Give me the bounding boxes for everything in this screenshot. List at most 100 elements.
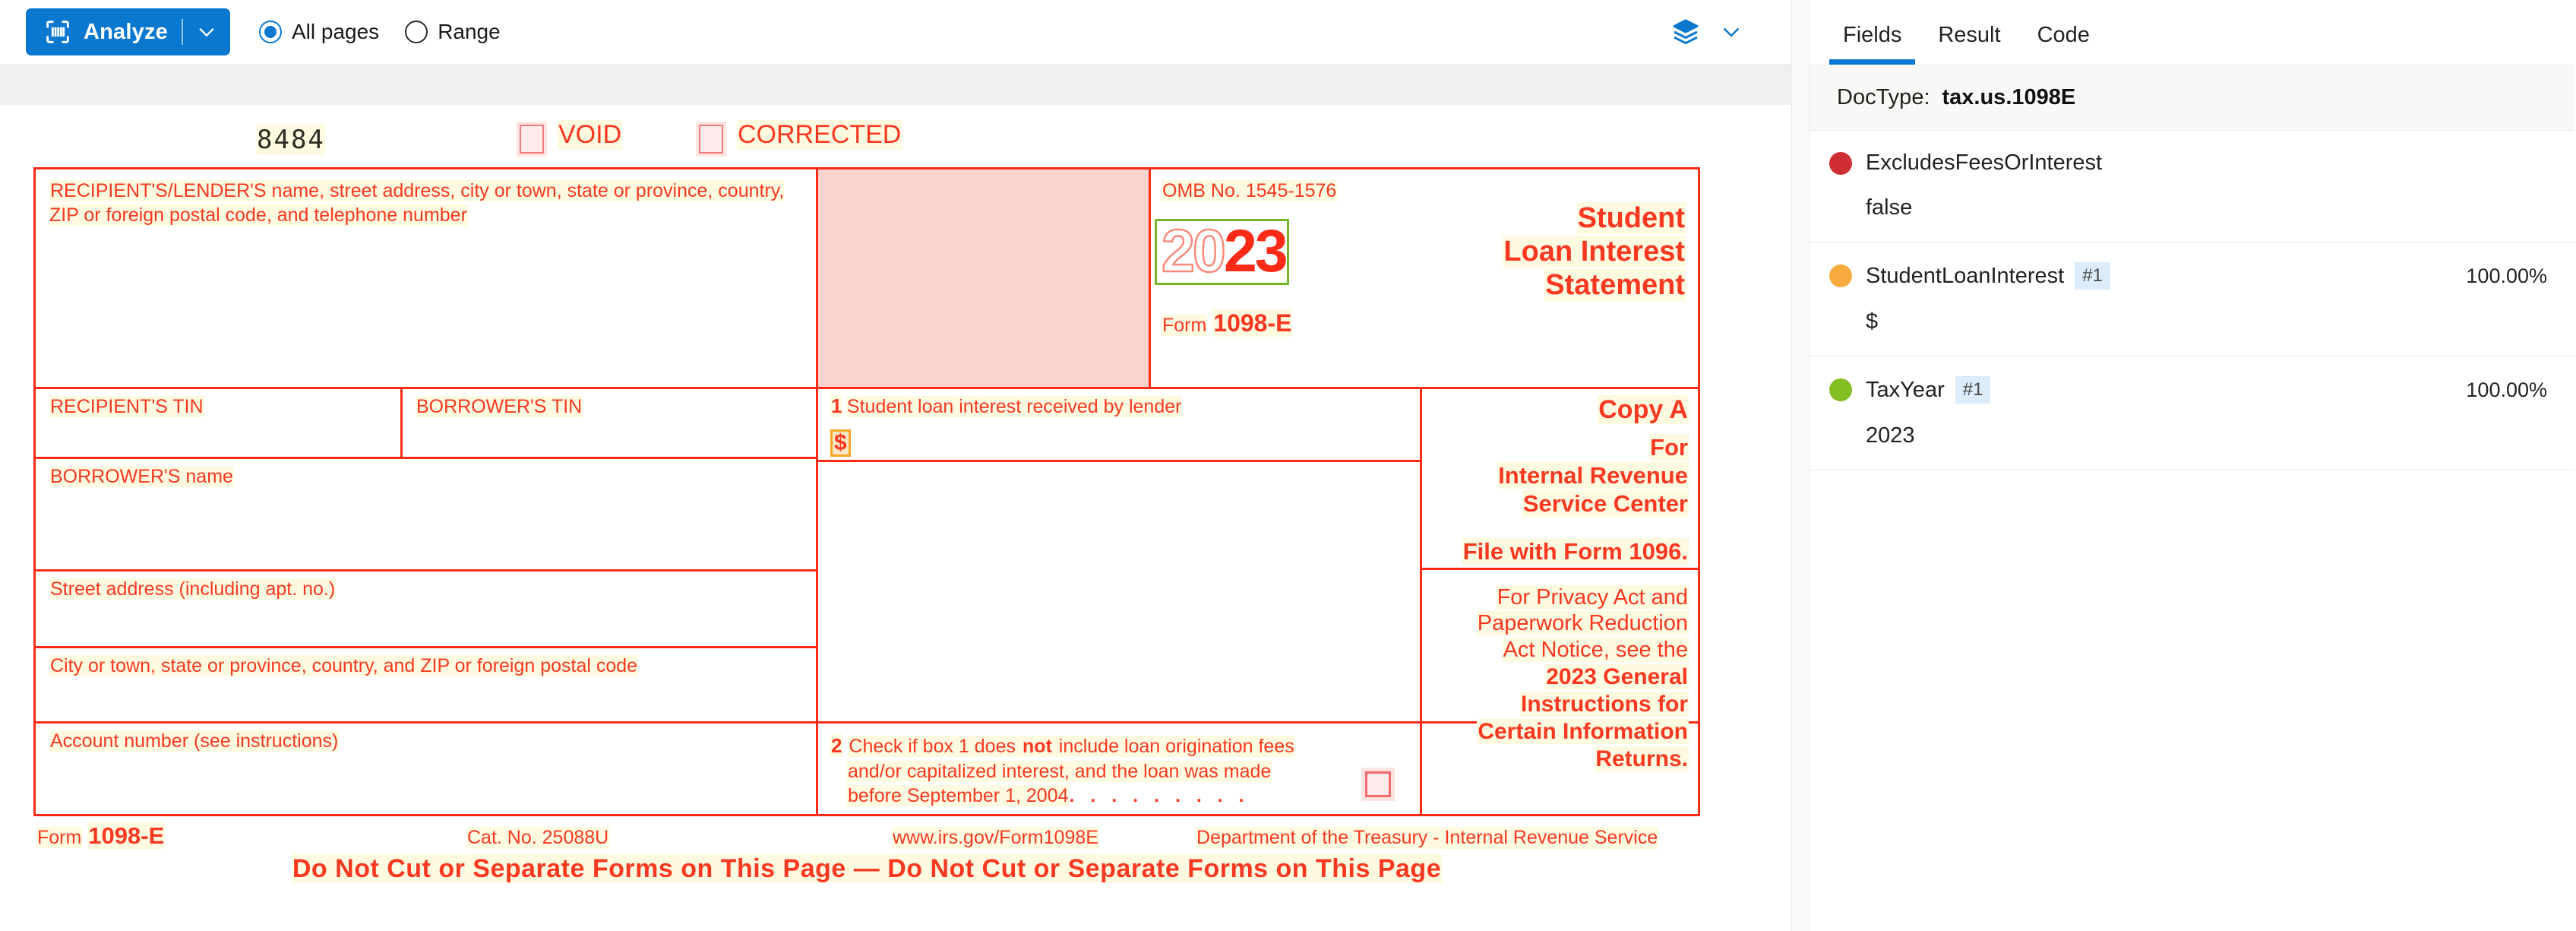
results-panel: Fields Result Code DocType: tax.us.1098E…	[1810, 0, 2574, 931]
do-not-cut-notice: Do Not Cut or Separate Forms on This Pag…	[291, 854, 1443, 883]
corrected-label: CORRECTED	[737, 120, 902, 150]
grid-hline-1	[36, 387, 1698, 389]
tab-fields-label: Fields	[1843, 23, 1902, 47]
form-title-line2: Loan Interest	[1503, 236, 1686, 268]
tab-result-label: Result	[1938, 23, 2001, 47]
analyze-dropdown-chevron-down-icon[interactable]	[183, 8, 230, 55]
tab-result[interactable]: Result	[1920, 23, 2018, 65]
account-number-cell: Account number (see instructions)	[49, 729, 340, 753]
radio-all-pages-label: All pages	[292, 20, 380, 43]
privacy-line5: Instructions for	[1519, 691, 1689, 717]
analyze-button-label: Analyze	[84, 19, 168, 44]
field-list: ExcludesFeesOrInterest false StudentLoan…	[1810, 131, 2574, 931]
box1-cell: 1 Student loan interest received by lend…	[830, 394, 1408, 457]
radio-all-pages[interactable]: All pages	[259, 20, 379, 44]
box1-currency-symbol: $	[830, 429, 851, 457]
box2-line2: and/or capitalized interest, and the loa…	[847, 760, 1272, 782]
field-row[interactable]: ExcludesFeesOrInterest false	[1810, 131, 2574, 242]
field-confidence: 100.00%	[2466, 378, 2547, 401]
copy-a-column: Copy A For Internal Revenue Service Cent…	[1433, 394, 1689, 773]
box1-number: 1	[830, 394, 843, 417]
footer-department: Department of the Treasury - Internal Re…	[1196, 827, 1659, 849]
omb-number-label: OMB No. 1545-1576	[1162, 180, 1338, 201]
grid-hline-4	[36, 646, 816, 648]
footer-url: www.irs.gov/Form1098E	[892, 827, 1099, 849]
layers-chevron-down-icon[interactable]	[1714, 14, 1749, 49]
footer-catalog-number: Cat. No. 25088U	[466, 827, 610, 849]
grid-vline-2	[1149, 169, 1151, 387]
panel-resize-divider[interactable]	[1791, 0, 1810, 931]
tax-year-suffix: 23	[1223, 217, 1288, 284]
field-status-dot	[1829, 151, 1852, 175]
box2-line1-c: include loan origination fees	[1052, 736, 1295, 757]
privacy-line7: Returns.	[1595, 746, 1689, 771]
copy-irs-line1: Internal Revenue	[1497, 461, 1689, 489]
form-footer: Form 1098-E Cat. No. 25088U www.irs.gov/…	[33, 821, 1700, 900]
account-number-label: Account number (see instructions)	[49, 730, 340, 752]
grid-vline-5	[400, 387, 403, 457]
box2-cell: 2 Check if box 1 does not include loan o…	[830, 733, 1408, 809]
copy-irs-line2: Service Center	[1522, 490, 1689, 518]
void-checkbox[interactable]	[520, 125, 544, 154]
radio-range-indicator	[405, 21, 428, 43]
grid-hline-6	[816, 460, 1420, 462]
recipient-lender-label: RECIPIENT'S/LENDER'S name, street addres…	[49, 180, 785, 226]
footer-form-word: Form	[36, 827, 83, 848]
corrected-checkbox[interactable]	[699, 125, 723, 154]
city-state-zip-cell: City or town, state or province, country…	[49, 654, 639, 678]
tax-year-display: 2023	[1155, 219, 1289, 285]
copy-a-heading: Copy A	[1598, 395, 1689, 424]
app-root: Analyze All pages Range 8484 VOID CORREC…	[0, 0, 2576, 931]
tax-year-prefix: 20	[1161, 217, 1227, 284]
street-address-label: Street address (including apt. no.)	[49, 578, 337, 600]
document-viewer: Analyze All pages Range 8484 VOID CORREC…	[0, 0, 1791, 931]
doctype-key: DocType:	[1837, 85, 1930, 109]
form-id-label: 1098-E	[1212, 309, 1293, 337]
box2-dot-leader: . . . . . . . . .	[1069, 785, 1250, 807]
radio-range-label: Range	[438, 20, 501, 43]
field-status-dot	[1829, 378, 1852, 401]
void-label: VOID	[558, 120, 623, 150]
recipient-tin-label: RECIPIENT'S TIN	[49, 396, 204, 417]
toolbar-right-actions	[1665, 11, 1765, 52]
toolbar-separator-strip	[0, 64, 1791, 105]
borrower-name-cell: BORROWER'S name	[49, 464, 234, 489]
field-name: ExcludesFeesOrInterest	[1866, 150, 2103, 175]
form-word-label: Form	[1162, 315, 1208, 336]
tab-fields[interactable]: Fields	[1825, 23, 1920, 65]
field-row[interactable]: StudentLoanInterest #1 100.00% $	[1810, 242, 2574, 356]
recipient-tin-cell: RECIPIENT'S TIN	[49, 394, 204, 419]
box2-checkbox[interactable]	[1365, 771, 1391, 797]
form-title-line3: Statement	[1544, 269, 1686, 302]
form-top-strip: 8484 VOID CORRECTED	[33, 120, 1700, 167]
grid-hline-2	[36, 457, 816, 459]
tab-code-label: Code	[2037, 23, 2090, 47]
privacy-line2: Paperwork Reduction	[1476, 611, 1689, 636]
field-value: $	[1866, 309, 1879, 334]
tab-code[interactable]: Code	[2019, 23, 2108, 65]
grid-vline-1	[816, 169, 818, 387]
toolbar: Analyze All pages Range	[0, 0, 1791, 64]
grid-vline-4	[816, 387, 818, 814]
borrower-name-label: BORROWER'S name	[49, 466, 234, 487]
city-state-zip-label: City or town, state or province, country…	[49, 655, 639, 676]
borrower-tin-label: BORROWER'S TIN	[416, 396, 583, 417]
layers-icon[interactable]	[1665, 11, 1706, 52]
borrower-tin-cell: BORROWER'S TIN	[416, 394, 583, 419]
box1-label: Student loan interest received by lender	[845, 396, 1183, 417]
field-row[interactable]: TaxYear #1 100.00% 2023	[1810, 356, 2574, 470]
panel-tabs: Fields Result Code	[1810, 0, 2574, 65]
field-value: 2023	[1866, 423, 1915, 448]
privacy-line3: Act Notice, see the	[1502, 638, 1689, 663]
field-status-dot	[1829, 264, 1852, 287]
radio-range[interactable]: Range	[405, 20, 501, 44]
form-title-block: Student Loan Interest Statement	[1291, 201, 1686, 302]
form-grid: RECIPIENT'S/LENDER'S name, street addres…	[33, 167, 1700, 816]
analyze-button[interactable]: Analyze	[26, 8, 230, 55]
footer-form-block: Form 1098-E	[36, 822, 166, 850]
grid-vline-3	[1420, 387, 1422, 814]
field-name: StudentLoanInterest	[1866, 263, 2065, 288]
footer-form-id: 1098-E	[87, 822, 166, 849]
form-title-line1: Student	[1576, 202, 1686, 234]
doctype-row: DocType: tax.us.1098E	[1810, 65, 2574, 131]
